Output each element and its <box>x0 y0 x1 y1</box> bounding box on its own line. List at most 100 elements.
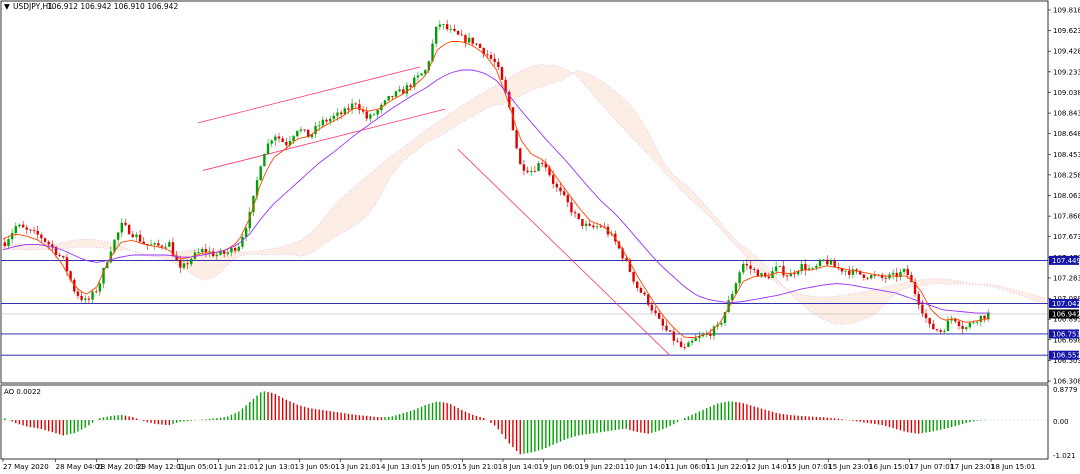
candle-body <box>668 330 672 332</box>
candle-body <box>793 273 796 275</box>
y-tick-label: 107.868 <box>1053 213 1080 221</box>
candle-body <box>935 329 939 331</box>
candle-body <box>804 263 807 271</box>
x-tick-label: 27 May 2020 <box>3 463 49 471</box>
candle-body <box>595 226 599 228</box>
candle-body <box>201 249 204 253</box>
level-tag-label-2: 106.753 <box>1052 330 1080 338</box>
level-tag-label-3: 106.552 <box>1052 352 1080 360</box>
candle-body <box>204 249 208 253</box>
x-tick-label: 12 Jun 14:01 <box>747 463 791 471</box>
candle-body <box>866 277 869 279</box>
candle-body <box>540 163 544 164</box>
candle-body <box>826 259 829 265</box>
y-tick-label: 109.623 <box>1053 27 1080 35</box>
x-tick-label: 16 Jun 15:01 <box>869 463 913 471</box>
candle-body <box>168 242 171 247</box>
candle-body <box>815 265 818 268</box>
y-tick-label: 108.648 <box>1053 130 1080 138</box>
candle-body <box>745 264 749 266</box>
x-tick-label: 8 Jun 14:01 <box>503 463 543 471</box>
candle-body <box>844 270 847 272</box>
candle-body <box>405 85 409 94</box>
chart-header-arrow[interactable]: ▼ <box>4 2 10 11</box>
candle-body <box>456 30 460 35</box>
candle-body <box>420 73 423 76</box>
candle-body <box>526 170 529 172</box>
candle-body <box>584 223 588 226</box>
candle-body <box>917 293 920 305</box>
candle-body <box>939 330 942 332</box>
candle-body <box>409 85 412 87</box>
candle-body <box>738 272 741 284</box>
candle-body <box>599 226 602 228</box>
candle-body <box>639 287 643 293</box>
candle-body <box>80 295 83 300</box>
candle-body <box>434 26 438 44</box>
candle-body <box>672 331 675 341</box>
x-tick-label: 3 Jun 21:01 <box>340 463 380 471</box>
y-tick-label: 108.843 <box>1053 110 1080 118</box>
candle-body <box>263 153 266 167</box>
x-tick-label: 3 Jun 05:01 <box>300 463 340 471</box>
candle-body <box>957 321 961 327</box>
x-tick-label: 5 Jun 21:01 <box>462 463 502 471</box>
candle-body <box>676 340 679 342</box>
candle-body <box>464 35 467 43</box>
candle-body <box>515 130 518 149</box>
candle-body <box>687 342 690 347</box>
candle-body <box>968 322 972 328</box>
candle-body <box>87 298 91 300</box>
candle-body <box>946 320 950 331</box>
candle-body <box>460 34 463 36</box>
candle-body <box>654 310 657 314</box>
candle-body <box>347 108 350 110</box>
candle-body <box>862 274 866 278</box>
ao-label: AO 0.0022 <box>4 388 41 396</box>
candle-body <box>961 326 964 329</box>
level-tag-label-0: 107.449 <box>1052 257 1080 265</box>
y-tick-label: 109.428 <box>1053 48 1080 56</box>
candle-body <box>577 213 580 219</box>
candle-body <box>215 254 219 257</box>
ao-scale-zero: 0.00 <box>1053 418 1069 426</box>
candle-body <box>818 260 822 266</box>
candle-body <box>756 269 760 277</box>
candle-body <box>153 243 156 245</box>
candle-body <box>62 255 65 258</box>
x-tick-label: 11 Jun 22:01 <box>706 463 750 471</box>
x-tick-label: 1 Jun 05:01 <box>178 463 218 471</box>
ao-scale-top: 0.8779 <box>1053 386 1078 394</box>
candle-body <box>749 265 752 269</box>
candle-body <box>332 115 336 119</box>
candle-body <box>241 236 244 247</box>
y-tick-label: 107.673 <box>1053 233 1080 241</box>
x-tick-label: 9 Jun 22:01 <box>584 463 624 471</box>
x-tick-label: 17 Jun 23:01 <box>950 463 994 471</box>
candle-body <box>354 103 357 105</box>
candle-body <box>124 222 127 225</box>
candle-body <box>285 141 288 146</box>
candle-body <box>36 230 39 235</box>
candle-body <box>972 322 975 324</box>
y-tick-label: 108.063 <box>1053 192 1080 200</box>
candle-body <box>478 44 482 48</box>
candle-body <box>182 263 186 268</box>
candle-body <box>445 24 449 30</box>
x-tick-label: 17 Jun 07:01 <box>910 463 954 471</box>
candle-body <box>891 272 895 275</box>
candle-body <box>95 291 98 293</box>
candle-body <box>197 252 200 253</box>
candle-body <box>581 218 584 226</box>
candle-body <box>336 112 339 116</box>
candle-body <box>566 195 569 203</box>
candle-body <box>398 89 401 92</box>
x-tick-label: 1 Jun 21:01 <box>218 463 258 471</box>
candle-body <box>303 129 306 131</box>
candle-body <box>657 313 661 319</box>
x-tick-label: 9 Jun 06:01 <box>544 463 584 471</box>
candle-body <box>40 234 43 239</box>
ao-scale-bottom: -1.021 <box>1053 452 1076 460</box>
candle-body <box>365 111 368 119</box>
candle-body <box>186 263 189 265</box>
